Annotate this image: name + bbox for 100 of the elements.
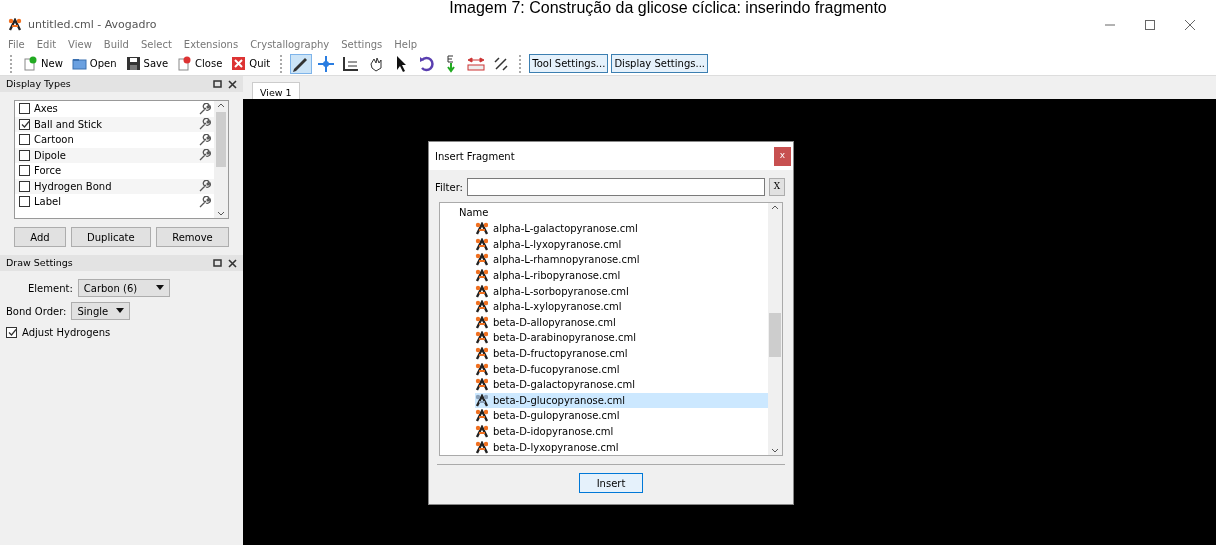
list-item[interactable]: Label xyxy=(15,194,214,210)
list-item[interactable]: alpha-L-ribopyranose.cml xyxy=(475,267,768,284)
list-item[interactable]: beta-D-fucopyranose.cml xyxy=(475,361,768,377)
close-icon[interactable] xyxy=(228,79,237,89)
panel-button[interactable]: Remove xyxy=(155,227,229,247)
menu-item[interactable]: Build xyxy=(103,36,129,52)
item-label: Axes xyxy=(34,102,58,117)
dialog-close-button[interactable]: x xyxy=(774,146,791,166)
list-item[interactable]: beta-D-lyxopyranose.cml xyxy=(475,439,768,455)
molecule-file-icon xyxy=(475,300,488,314)
caret-icon xyxy=(116,308,125,314)
close-icon[interactable] xyxy=(1184,19,1196,31)
list-item[interactable]: alpha-L-sorbopyranose.cml xyxy=(475,283,768,299)
tool-button[interactable] xyxy=(290,53,313,74)
folder-icon xyxy=(71,56,87,71)
toolbar-button[interactable]: New xyxy=(20,55,66,72)
scroll-down-icon[interactable] xyxy=(217,210,225,218)
checkbox[interactable] xyxy=(19,196,30,208)
dialog-title: Insert Fragment xyxy=(435,149,515,164)
settings-button[interactable]: Tool Settings... xyxy=(529,54,609,73)
wrench-icon[interactable] xyxy=(199,133,211,146)
clear-button[interactable]: X xyxy=(769,178,785,196)
wrench-icon[interactable] xyxy=(199,118,211,131)
wrench-icon[interactable] xyxy=(199,102,211,115)
molecule-file-icon xyxy=(475,269,488,283)
maximize-icon[interactable] xyxy=(1144,19,1156,31)
menu-item[interactable]: File xyxy=(8,36,25,52)
toolbar-button[interactable]: Open xyxy=(68,55,120,72)
menu-item[interactable]: Edit xyxy=(36,36,57,52)
list-item[interactable]: beta-D-allopyranose.cml xyxy=(475,314,768,331)
close-icon[interactable] xyxy=(228,258,237,268)
list-item[interactable]: Dipole xyxy=(15,147,214,163)
list-item[interactable]: alpha-L-xylopyranose.cml xyxy=(475,298,768,315)
window-title: untitled.cml - Avogadro xyxy=(28,16,157,33)
list-item[interactable]: beta-D-arabinopyranose.cml xyxy=(475,330,768,346)
panel-button[interactable]: Add xyxy=(14,227,66,247)
filter-label: Filter: xyxy=(435,180,463,195)
list-item[interactable]: beta-D-idopyranose.cml xyxy=(475,423,768,440)
toolbar-button[interactable]: Close xyxy=(174,55,226,72)
scrollbar[interactable] xyxy=(768,203,782,455)
molecule-file-icon xyxy=(475,222,488,236)
menu-item[interactable]: Select xyxy=(140,36,172,52)
molecule-file-icon xyxy=(475,362,488,376)
settings-button[interactable]: Display Settings... xyxy=(611,54,708,73)
item-label: Dipole xyxy=(34,148,66,163)
checkbox[interactable] xyxy=(19,103,30,115)
caret-icon xyxy=(155,285,164,291)
list-item[interactable]: Axes xyxy=(15,101,214,117)
float-icon[interactable] xyxy=(213,79,222,89)
list-item[interactable]: alpha-L-galactopyranose.cml xyxy=(475,221,768,237)
list-item[interactable]: beta-D-glucopyranose.cml xyxy=(475,392,768,409)
bond-order-dropdown[interactable]: Single xyxy=(71,302,131,320)
new-document-icon xyxy=(23,56,38,71)
filter-field[interactable] xyxy=(466,178,765,196)
list-item[interactable]: Force xyxy=(15,163,214,179)
list-item[interactable]: Hydrogen Bond xyxy=(15,178,214,194)
wrench-icon[interactable] xyxy=(199,149,211,162)
molecule-file-icon xyxy=(475,425,488,438)
list-item[interactable]: Ball and Stick xyxy=(15,116,214,132)
checkbox[interactable] xyxy=(19,134,30,146)
scroll-up-icon[interactable] xyxy=(217,101,225,109)
checkbox[interactable] xyxy=(19,149,30,161)
molecule-file-icon xyxy=(475,237,488,251)
panel-button[interactable]: Duplicate xyxy=(70,227,151,247)
molecule-file-icon xyxy=(475,347,488,361)
wrench-icon[interactable] xyxy=(199,180,211,193)
toolbar-button[interactable]: Quit xyxy=(228,55,274,72)
field-label: Element: xyxy=(28,281,73,296)
menu-item[interactable]: Settings xyxy=(341,36,383,52)
element-dropdown[interactable]: Carbon (6) xyxy=(77,279,170,297)
floppy-icon xyxy=(125,56,141,71)
menu-item[interactable]: View xyxy=(68,36,92,52)
column-header[interactable]: Name xyxy=(440,203,768,221)
list-item[interactable]: beta-D-fructopyranose.cml xyxy=(475,345,768,362)
menu-item[interactable]: Extensions xyxy=(183,36,239,52)
checkbox[interactable] xyxy=(19,165,30,177)
checkbox-label: Adjust Hydrogens xyxy=(22,326,111,340)
tab[interactable]: View 1 xyxy=(252,82,300,99)
list-item[interactable]: beta-D-galactopyranose.cml xyxy=(475,376,768,393)
list-item[interactable]: Cartoon xyxy=(15,132,214,148)
checkbox[interactable] xyxy=(19,118,30,130)
scroll-thumb[interactable] xyxy=(769,313,781,357)
scrollbar[interactable] xyxy=(214,101,228,218)
item-label: Label xyxy=(34,195,61,210)
toolbar-button[interactable]: Save xyxy=(122,55,172,72)
scroll-down-icon[interactable] xyxy=(771,447,779,455)
menu-item[interactable]: Crystallography xyxy=(250,36,330,52)
list-item[interactable]: alpha-L-lyxopyranose.cml xyxy=(475,236,768,253)
menu-item[interactable]: Help xyxy=(394,36,418,52)
field-label: Bond Order: xyxy=(6,304,67,319)
scroll-up-icon[interactable] xyxy=(771,203,779,211)
insert-button[interactable]: Insert xyxy=(579,473,643,493)
list-item[interactable]: alpha-L-rhamnopyranose.cml xyxy=(475,252,768,268)
checkbox[interactable] xyxy=(19,180,30,192)
checkbox[interactable] xyxy=(6,327,17,338)
wrench-icon[interactable] xyxy=(199,195,211,208)
scroll-thumb[interactable] xyxy=(216,112,226,167)
molecule-file-icon xyxy=(475,331,488,345)
list-item[interactable]: beta-D-gulopyranose.cml xyxy=(475,408,768,424)
float-icon[interactable] xyxy=(213,258,222,268)
